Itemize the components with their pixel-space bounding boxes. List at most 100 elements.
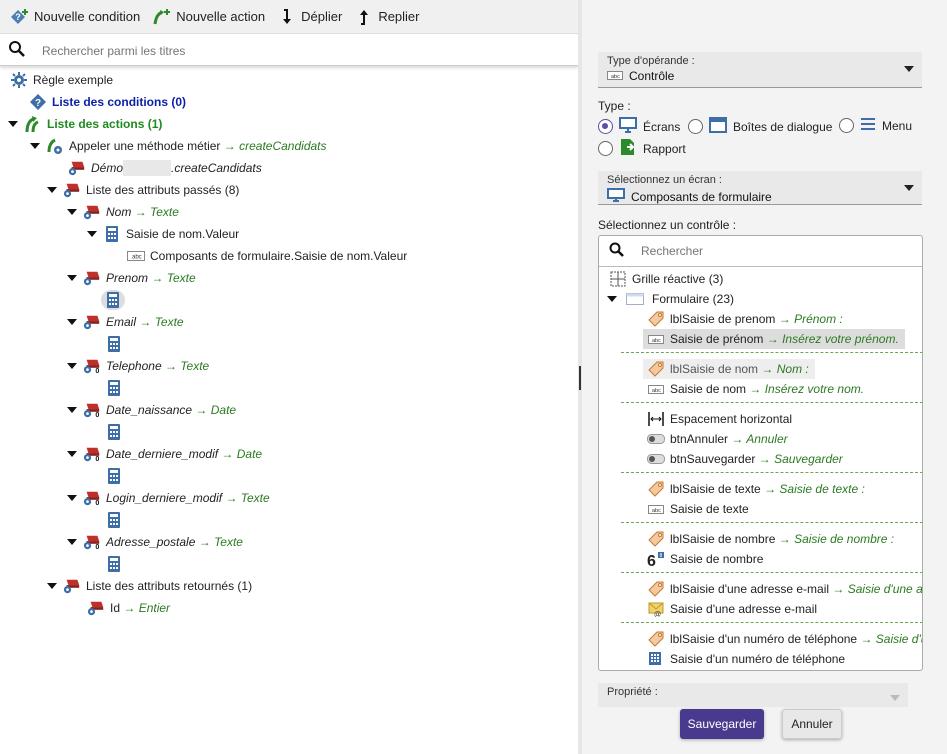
cancel-button[interactable]: Annuler bbox=[782, 709, 842, 739]
control-item[interactable]: Espacement horizontal bbox=[647, 409, 792, 429]
tree-control-reference[interactable]: abc Composants de formulaire.Saisie de n… bbox=[127, 246, 407, 266]
svg-text:abc: abc bbox=[652, 508, 661, 514]
property-select[interactable]: Propriété : bbox=[598, 683, 908, 707]
splitter-handle[interactable] bbox=[579, 366, 581, 390]
tree-attribute-value[interactable] bbox=[105, 378, 128, 398]
control-picker: Grille réactive (3) Formulaire (23) lblS… bbox=[598, 235, 923, 671]
chevron-down-icon[interactable] bbox=[67, 494, 77, 502]
radio-report[interactable]: Rapport bbox=[598, 138, 686, 159]
title-search-input[interactable] bbox=[40, 42, 520, 59]
control-item[interactable]: @ Saisie d'une adresse e-mail bbox=[647, 599, 817, 619]
svg-text:0: 0 bbox=[95, 410, 99, 419]
control-item[interactable]: lblSaisie de prenom → Prénom : bbox=[647, 309, 843, 329]
screen-select-value: Composants de formulaire bbox=[631, 189, 772, 204]
chevron-down-icon[interactable] bbox=[67, 406, 77, 414]
tree-method-call[interactable]: Appeler une méthode métier → createCandi… bbox=[30, 136, 327, 156]
condition-plus-icon: ? bbox=[10, 7, 30, 27]
chevron-down-icon[interactable] bbox=[67, 362, 77, 370]
book-gear-icon bbox=[87, 599, 105, 617]
control-item[interactable]: lblSaisie de texte → Saisie de texte : bbox=[647, 479, 865, 499]
tree-passed-attributes[interactable]: Liste des attributs passés (8) bbox=[47, 180, 239, 200]
save-button[interactable]: Sauvegarder bbox=[680, 709, 764, 739]
book-gear-zero-icon: 0 bbox=[83, 401, 101, 419]
method-call-label: Appeler une méthode métier bbox=[69, 139, 221, 153]
tree-returned-attributes[interactable]: Liste des attributs retournés (1) bbox=[47, 576, 252, 596]
tree-rule[interactable]: Règle exemple bbox=[10, 70, 113, 90]
control-item[interactable]: 68 Saisie de nombre bbox=[647, 549, 763, 569]
operand-type-value: Contrôle bbox=[629, 69, 675, 83]
tree-attribute-value[interactable] bbox=[105, 466, 128, 486]
radio-button[interactable] bbox=[598, 141, 613, 156]
screen-select[interactable]: Sélectionnez un écran : Composants de fo… bbox=[598, 171, 922, 205]
attribute-type: → Texte bbox=[198, 535, 243, 549]
label-tag-icon bbox=[647, 480, 665, 498]
control-grid[interactable]: Grille réactive (3) bbox=[609, 269, 723, 289]
control-item[interactable]: lblSaisie de nombre → Saisie de nombre : bbox=[647, 529, 894, 549]
tree-attribute-value[interactable] bbox=[105, 422, 128, 442]
expand-button[interactable]: Déplier bbox=[277, 7, 342, 27]
tree-attribute-value[interactable] bbox=[105, 334, 128, 354]
operand-type-select[interactable]: Type d'opérande : abc Contrôle bbox=[598, 52, 922, 88]
control-item-label: Saisie d'un numéro de téléphone bbox=[670, 652, 846, 666]
chevron-down-icon[interactable] bbox=[47, 582, 57, 590]
business-method-icon bbox=[46, 137, 64, 155]
radio-menu[interactable]: Menu bbox=[839, 117, 912, 134]
radio-button[interactable] bbox=[688, 119, 703, 134]
chevron-down-icon[interactable] bbox=[67, 538, 77, 546]
collapse-button[interactable]: Replier bbox=[354, 7, 420, 27]
tree-attribute[interactable]: 0 Login_derniere_modif → Texte bbox=[67, 488, 270, 508]
chevron-down-icon[interactable] bbox=[67, 318, 77, 326]
radio-button[interactable] bbox=[839, 118, 854, 133]
menu-icon bbox=[860, 117, 876, 134]
tree-attribute-value[interactable] bbox=[105, 510, 128, 530]
separator bbox=[621, 402, 922, 403]
tree-attribute[interactable]: Nom → Texte bbox=[67, 202, 179, 222]
tree-attribute[interactable]: 0 Date_naissance → Date bbox=[67, 400, 236, 420]
tree-attribute[interactable]: 0 Adresse_postale → Texte bbox=[67, 532, 243, 552]
tree-returned-attribute[interactable]: Id → Entier bbox=[87, 598, 170, 618]
control-item[interactable]: lblSaisie d'un numéro de téléphone → Sai… bbox=[647, 629, 922, 649]
actions-label: Liste des actions (1) bbox=[47, 117, 163, 131]
condition-icon: ? bbox=[29, 93, 47, 111]
control-item[interactable]: btnSauvegarder → Sauvegarder bbox=[647, 449, 843, 469]
control-item-label: lblSaisie de nom bbox=[670, 362, 759, 376]
chevron-down-icon[interactable] bbox=[67, 274, 77, 282]
chevron-down-icon[interactable] bbox=[607, 295, 617, 303]
chevron-down-icon[interactable] bbox=[47, 186, 57, 194]
control-item[interactable]: lblSaisie de nom → Nom : bbox=[643, 359, 815, 379]
control-item[interactable]: lblSaisie d'une adresse e-mail → Saisie … bbox=[647, 579, 922, 599]
tree-attribute-value[interactable] bbox=[105, 554, 128, 574]
radio-screens[interactable]: Écrans bbox=[598, 117, 680, 136]
tree-attribute[interactable]: Prenom → Texte bbox=[67, 268, 196, 288]
control-item[interactable]: Saisie d'un numéro de téléphone bbox=[647, 649, 845, 669]
tree-demo-method[interactable]: Démo .createCandidats bbox=[68, 158, 262, 178]
svg-text:8: 8 bbox=[660, 553, 663, 559]
tree-attribute[interactable]: Email → Texte bbox=[67, 312, 184, 332]
control-form[interactable]: Formulaire (23) bbox=[607, 289, 734, 309]
chevron-down-icon[interactable] bbox=[67, 208, 77, 216]
control-item-selected[interactable]: abc Saisie de prénom → Insérez votre pré… bbox=[643, 329, 905, 349]
chevron-down-icon[interactable] bbox=[30, 142, 40, 150]
tree-attribute-value[interactable] bbox=[101, 290, 125, 310]
chevron-down-icon[interactable] bbox=[87, 230, 97, 238]
control-item[interactable]: abc Saisie de nom → Insérez votre nom. bbox=[647, 379, 864, 399]
control-item[interactable]: btnAnnuler → Annuler bbox=[647, 429, 788, 449]
action-icon bbox=[24, 115, 42, 133]
radio-dialogs-label: Boîtes de dialogue bbox=[733, 119, 833, 134]
new-action-button[interactable]: Nouvelle action bbox=[152, 7, 265, 27]
tree-attribute[interactable]: 0 Date_derniere_modif → Date bbox=[67, 444, 262, 464]
attribute-name: Nom bbox=[106, 205, 132, 219]
title-search-bar bbox=[0, 36, 578, 66]
tree-attribute-value[interactable]: Saisie de nom.Valeur bbox=[87, 224, 239, 244]
svg-text:?: ? bbox=[35, 98, 41, 109]
chevron-down-icon[interactable] bbox=[67, 450, 77, 458]
new-condition-button[interactable]: ? Nouvelle condition bbox=[10, 7, 140, 27]
control-item[interactable]: abc Saisie de texte bbox=[647, 499, 749, 519]
radio-button[interactable] bbox=[598, 119, 613, 134]
tree-attribute[interactable]: 0 Telephone → Texte bbox=[67, 356, 209, 376]
tree-conditions[interactable]: ? Liste des conditions (0) bbox=[29, 92, 186, 112]
radio-dialogs[interactable]: Boîtes de dialogue bbox=[688, 117, 832, 136]
chevron-down-icon[interactable] bbox=[8, 120, 18, 128]
tree-actions[interactable]: Liste des actions (1) bbox=[8, 114, 162, 134]
control-search-input[interactable] bbox=[639, 243, 899, 259]
